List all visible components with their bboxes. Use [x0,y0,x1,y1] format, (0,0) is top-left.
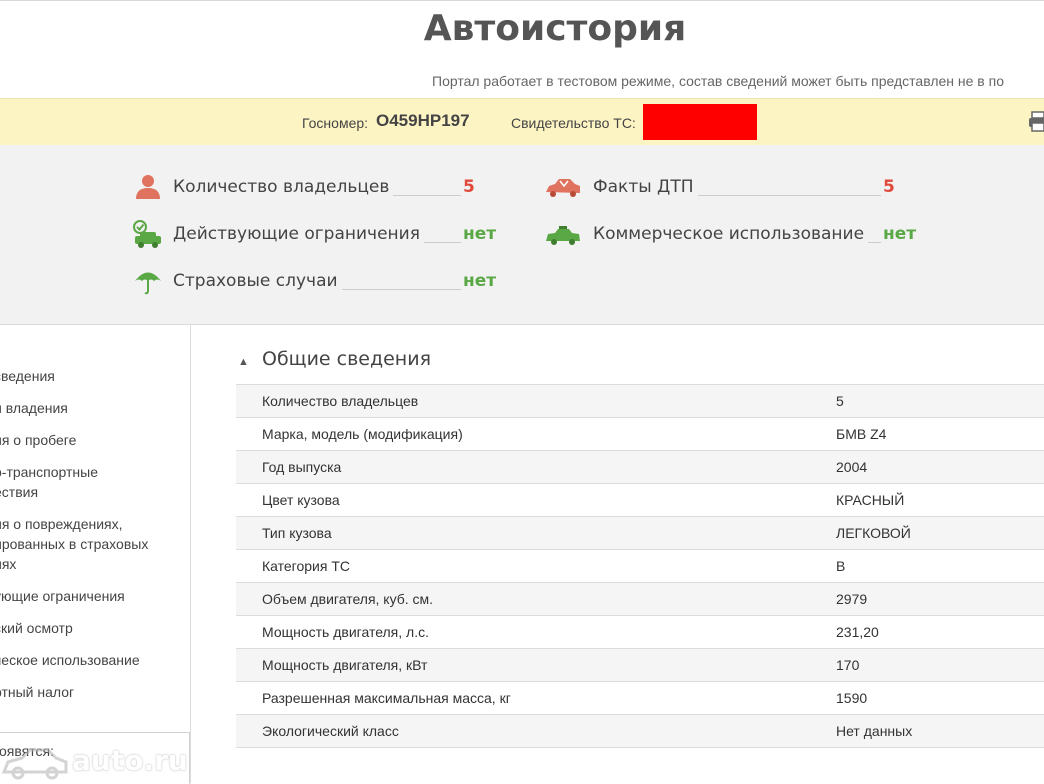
sidebar-item-general[interactable]: сведения [0,366,174,386]
watermark-text: auto.ru [72,744,188,777]
plate-label: Госномер: [302,115,369,131]
collapse-triangle-icon[interactable]: ▲ [238,356,249,368]
sidebar-item-damages[interactable]: ия о повреждениях, ированных в страховых… [0,514,174,574]
table-row: Цвет кузова КРАСНЫЙ [236,483,1044,516]
table-row: Тип кузова ЛЕГКОВОЙ [236,516,1044,549]
crashed-car-icon [544,172,582,202]
page-title: Автоистория [423,8,687,49]
top-border [0,0,1044,1]
plate-bar: Госномер: О459НР197 Свидетельство ТС: [0,98,1044,146]
umbrella-icon [132,266,164,296]
sidebar-item-inspection[interactable]: ский осмотр [0,618,174,638]
summary-restrictions[interactable]: Действующие ограничения нет [132,219,497,249]
table-row: Разрешенная максимальная масса, кг 1590 [236,681,1044,714]
table-row: Объем двигателя, куб. см. 2979 [236,582,1044,615]
sidebar-item-accidents[interactable]: о-транспортные ествия [0,462,174,502]
general-info-table: Количество владельцев 5 Марка, модель (мо… [236,384,1044,748]
summary-panel: Количество владельцев 5 Действующие огра… [0,145,1044,325]
sidebar-item-restrictions[interactable]: ующие ограничения [0,586,174,606]
certificate-label: Свидетельство ТС: [511,115,636,131]
table-row: Категория ТС B [236,549,1044,582]
sidebar-item-ownership[interactable]: и владения [0,398,174,418]
summary-commercial[interactable]: Коммерческое использование нет [544,219,917,249]
plate-value: О459НР197 [376,111,470,130]
summary-owners[interactable]: Количество владельцев 5 [132,172,477,202]
table-row: Мощность двигателя, л.с. 231,20 [236,615,1044,648]
person-icon [132,172,164,202]
car-check-icon [132,219,164,249]
sidebar-item-mileage[interactable]: ия о пробеге [0,430,174,450]
table-row: Количество владельцев 5 [236,384,1044,417]
test-mode-notice: Портал работает в тестовом режиме, соста… [432,73,1004,89]
auto-ru-watermark: auto.ru [0,744,212,780]
sidebar-item-commercial[interactable]: ческое использование [0,650,174,670]
summary-accidents[interactable]: Факты ДТП 5 [544,172,899,202]
printer-icon[interactable] [1028,111,1044,133]
taxi-icon [544,219,582,249]
sidebar-item-tax[interactable]: ртный налог [0,682,174,702]
summary-insurance[interactable]: Страховые случаи нет [132,266,497,296]
table-row: Марка, модель (модификация) БМВ Z4 [236,417,1044,450]
table-row: Мощность двигателя, кВт 170 [236,648,1044,681]
table-row: Экологический класс Нет данных [236,714,1044,748]
sidebar-nav: сведения и владения ия о пробеге о-транс… [0,325,191,783]
section-title: Общие сведения [262,348,432,370]
car-logo-icon [1,748,68,780]
table-row: Год выпуска 2004 [236,450,1044,483]
certificate-value-redacted [643,104,757,140]
